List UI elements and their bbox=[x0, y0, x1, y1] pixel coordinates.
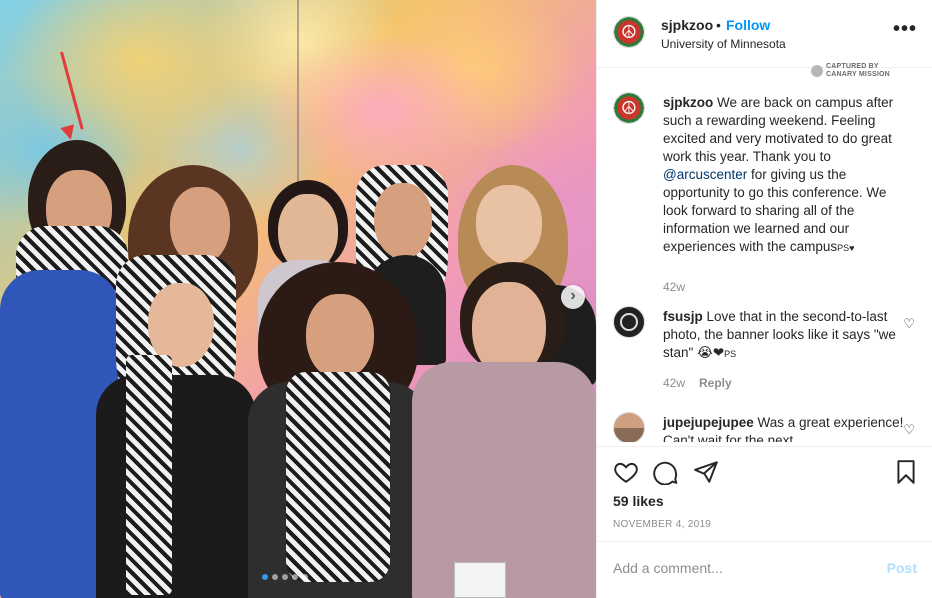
peace-logo-icon bbox=[614, 93, 644, 123]
person-front-left bbox=[96, 255, 256, 598]
carousel-dots bbox=[262, 574, 308, 580]
author-avatar[interactable] bbox=[613, 16, 645, 48]
caption-avatar[interactable] bbox=[613, 92, 645, 124]
post-actions: 59 likes NOVEMBER 4, 2019 bbox=[597, 446, 932, 546]
post-side-panel: sjpkzoo • Follow University of Minnesota… bbox=[596, 0, 932, 598]
add-comment-bar: Add a comment... Post bbox=[597, 541, 932, 598]
peace-logo-icon bbox=[614, 17, 644, 47]
comment-jupejupejupee: jupejupejupee Was a great experience! Ca… bbox=[613, 412, 923, 442]
post-photo[interactable]: › bbox=[0, 0, 596, 598]
save-bookmark-icon[interactable] bbox=[893, 459, 919, 485]
comment-emoji: 😭❤ bbox=[697, 345, 725, 360]
canary-mission-watermark: CAPTURED BY CANARY MISSION bbox=[811, 63, 890, 79]
watermark-line-1: CAPTURED BY bbox=[826, 63, 879, 70]
author-username[interactable]: sjpkzoo bbox=[661, 17, 713, 33]
red-arrow-annotation bbox=[60, 51, 84, 130]
comment-username[interactable]: fsusjp bbox=[663, 309, 703, 324]
share-paper-plane-icon[interactable] bbox=[693, 459, 719, 485]
like-heart-icon[interactable] bbox=[613, 459, 639, 485]
person-front-right bbox=[412, 262, 596, 598]
comment-suffix: PS bbox=[724, 349, 737, 359]
comment-fsusjp: fsusjp Love that in the second-to-last p… bbox=[613, 306, 923, 396]
comment-bubble-icon[interactable] bbox=[653, 459, 679, 485]
likes-count[interactable]: 59 likes bbox=[613, 493, 664, 509]
canary-mission-logo-icon bbox=[811, 65, 823, 77]
more-options-icon[interactable]: ••• bbox=[893, 18, 917, 41]
comments-list[interactable]: sjpkzoo We are back on campus after such… bbox=[597, 80, 932, 442]
person-front-center bbox=[248, 262, 428, 598]
post-location[interactable]: University of Minnesota bbox=[661, 37, 786, 51]
comment-username[interactable]: jupejupejupee bbox=[663, 415, 754, 430]
header-separator: • bbox=[716, 17, 721, 33]
like-comment-heart-icon[interactable]: ♡ bbox=[903, 422, 915, 438]
caption-age[interactable]: 42w bbox=[663, 280, 685, 294]
caption-suffix: PS♥ bbox=[837, 243, 855, 253]
carousel-dot bbox=[282, 574, 288, 580]
post-header: sjpkzoo • Follow University of Minnesota… bbox=[597, 0, 932, 68]
caption-mention-link[interactable]: @arcuscenter bbox=[663, 167, 747, 182]
caption-username[interactable]: sjpkzoo bbox=[663, 95, 713, 110]
reply-button[interactable]: Reply bbox=[699, 376, 732, 390]
jupejupejupee-avatar[interactable] bbox=[613, 412, 645, 442]
red-arrow-head bbox=[60, 124, 78, 142]
caption-comment: sjpkzoo We are back on campus after such… bbox=[613, 92, 923, 294]
next-photo-button[interactable]: › bbox=[561, 285, 585, 309]
post-comment-button[interactable]: Post bbox=[887, 560, 917, 576]
carousel-dot bbox=[262, 574, 268, 580]
watermark-line-2: CANARY MISSION bbox=[826, 71, 890, 78]
fsusjp-avatar[interactable] bbox=[613, 306, 645, 338]
carousel-dot bbox=[302, 574, 308, 580]
post-date: NOVEMBER 4, 2019 bbox=[613, 519, 712, 530]
carousel-dot bbox=[292, 574, 298, 580]
add-comment-input[interactable]: Add a comment... bbox=[613, 560, 863, 576]
carousel-dot bbox=[272, 574, 278, 580]
like-comment-heart-icon[interactable]: ♡ bbox=[903, 316, 915, 332]
follow-button[interactable]: Follow bbox=[726, 17, 770, 33]
comment-age[interactable]: 42w bbox=[663, 376, 685, 390]
